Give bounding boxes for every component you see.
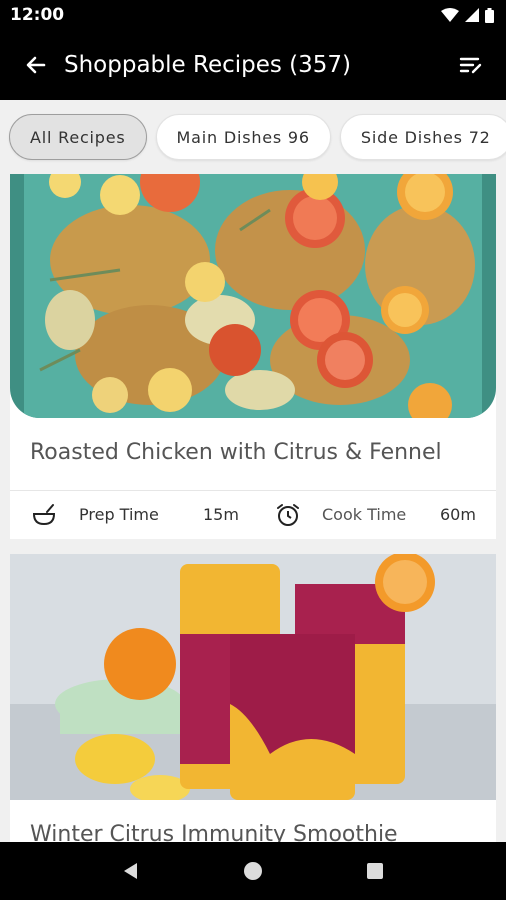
cook-time-value: 60m bbox=[440, 505, 476, 524]
recipe-image[interactable] bbox=[10, 554, 496, 800]
nav-home-button[interactable] bbox=[233, 851, 273, 891]
status-icons bbox=[441, 7, 494, 23]
recipe-card[interactable]: Roasted Chicken with Citrus & Fennel Pre… bbox=[10, 174, 496, 539]
recipe-title: Roasted Chicken with Citrus & Fennel bbox=[30, 440, 442, 465]
back-button[interactable] bbox=[20, 49, 52, 81]
bowl-icon bbox=[31, 502, 57, 528]
chip-main-dishes[interactable]: Main Dishes 96 bbox=[155, 114, 331, 160]
arrow-left-icon bbox=[26, 56, 46, 74]
nav-recents-button[interactable] bbox=[355, 851, 395, 891]
alarm-clock-icon bbox=[275, 502, 301, 528]
recipe-list: Roasted Chicken with Citrus & Fennel Pre… bbox=[0, 174, 506, 842]
sort-icon bbox=[459, 57, 482, 74]
category-filter-bar: All Recipes Main Dishes 96 Side Dishes 7… bbox=[0, 100, 506, 174]
prep-time-label: Prep Time bbox=[79, 505, 159, 524]
triangle-back-icon bbox=[124, 863, 137, 879]
sort-button[interactable] bbox=[454, 49, 486, 81]
nav-back-button[interactable] bbox=[111, 851, 151, 891]
recipe-title: Winter Citrus Immunity Smoothie bbox=[30, 822, 398, 842]
recipe-card[interactable]: Winter Citrus Immunity Smoothie bbox=[10, 554, 496, 842]
recipe-times: Prep Time 15m Cook Time 60m bbox=[10, 490, 496, 539]
wifi-icon bbox=[441, 8, 459, 22]
cook-time-label: Cook Time bbox=[322, 505, 407, 524]
system-nav-bar bbox=[0, 842, 506, 900]
status-bar: 12:00 bbox=[0, 0, 506, 30]
status-time: 12:00 bbox=[10, 5, 65, 25]
prep-time-value: 15m bbox=[203, 505, 239, 524]
signal-icon bbox=[465, 8, 479, 22]
recipe-image[interactable] bbox=[10, 174, 496, 418]
battery-icon bbox=[485, 7, 494, 23]
chip-all-recipes[interactable]: All Recipes bbox=[9, 114, 147, 160]
circle-home-icon bbox=[244, 862, 262, 880]
page-title: Shoppable Recipes (357) bbox=[64, 52, 352, 78]
app-bar: Shoppable Recipes (357) bbox=[0, 30, 506, 100]
square-recents-icon bbox=[367, 863, 383, 879]
chip-side-dishes[interactable]: Side Dishes 72 bbox=[339, 114, 506, 160]
